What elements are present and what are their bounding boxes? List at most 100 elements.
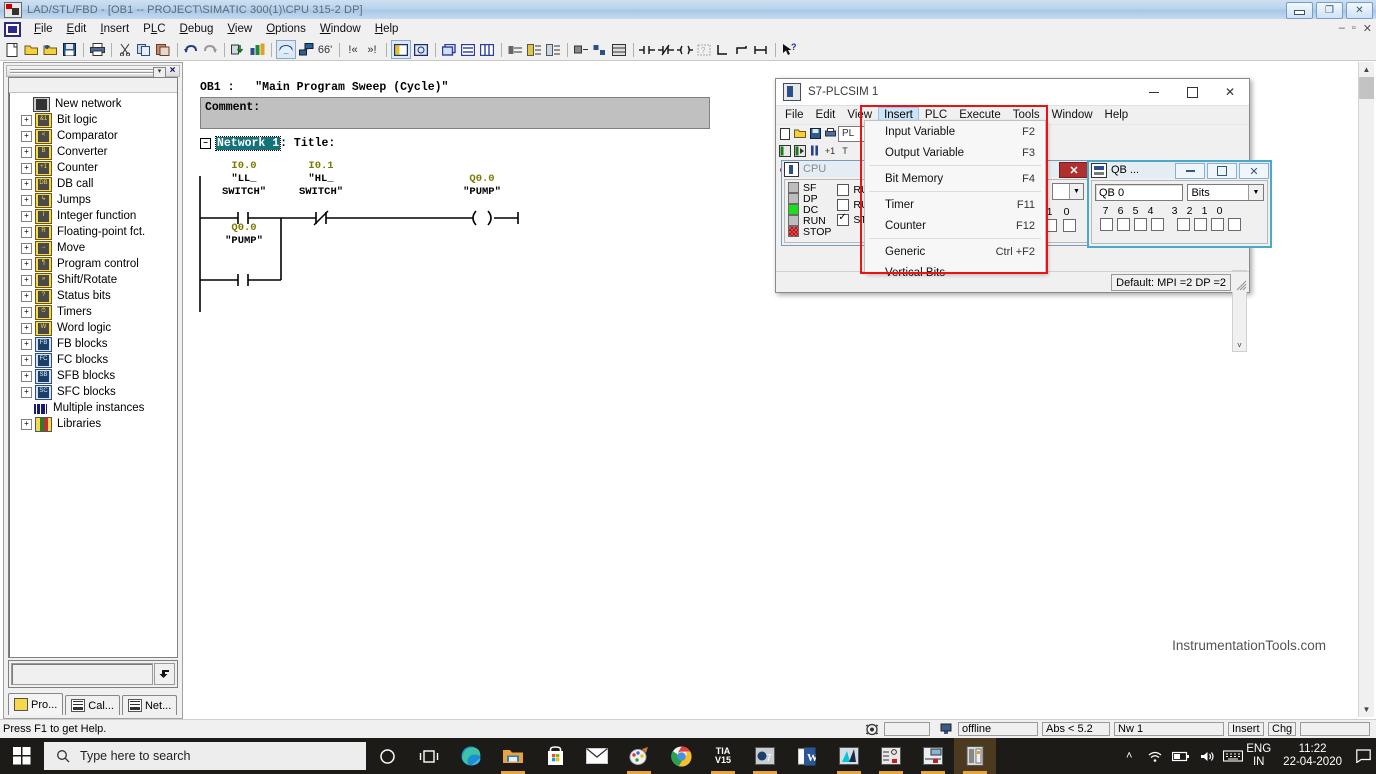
- plcsim-sim-config-icon[interactable]: [793, 144, 807, 158]
- stl-view-icon[interactable]: [459, 41, 477, 58]
- lad-view-icon[interactable]: [440, 41, 458, 58]
- undo-icon[interactable]: [182, 41, 200, 58]
- qb-bit-checkbox[interactable]: [1151, 218, 1164, 231]
- restore-button[interactable]: ❐: [1316, 2, 1343, 19]
- paint-icon[interactable]: [618, 738, 660, 774]
- symbol-table-icon[interactable]: [412, 41, 430, 58]
- qb-format-select[interactable]: Bits ▼: [1187, 184, 1264, 201]
- plcsim-close-button[interactable]: ✕: [1211, 79, 1249, 105]
- lad-stl-fbd-icon[interactable]: [870, 738, 912, 774]
- clock[interactable]: 11:22 22-04-2020: [1275, 743, 1350, 769]
- scrollbar-thumb[interactable]: [1359, 77, 1374, 99]
- insert-menu-item-output-variable[interactable]: Output Variable F3: [865, 142, 1045, 163]
- branch-end-icon[interactable]: [752, 41, 770, 58]
- qb-address-input[interactable]: QB 0: [1095, 184, 1184, 201]
- mdi-minimize-button[interactable]: –: [1339, 22, 1345, 35]
- resize-grip-icon[interactable]: [1235, 279, 1247, 291]
- network-overview-icon[interactable]: [297, 41, 315, 58]
- plcsim-menu-help[interactable]: Help: [1099, 107, 1135, 123]
- menu-plc[interactable]: PLC: [136, 21, 172, 37]
- tree-item-jumps[interactable]: + ↳ Jumps: [9, 192, 177, 208]
- panel-tab-net[interactable]: Net...: [121, 695, 178, 715]
- tree-item-multiple-instances[interactable]: Multiple instances: [9, 400, 177, 416]
- minimize-button[interactable]: [1286, 2, 1313, 19]
- tree-item-program-control[interactable]: + ¶ Program control: [9, 256, 177, 272]
- panel-close-icon[interactable]: ×: [167, 66, 178, 76]
- monitor-toggle-icon[interactable]: [276, 40, 296, 59]
- open-file-icon[interactable]: [22, 41, 40, 58]
- goto-last-error-icon[interactable]: »!: [363, 41, 381, 58]
- menu-options[interactable]: Options: [259, 21, 313, 37]
- volume-icon[interactable]: [1194, 750, 1220, 763]
- chevron-down-icon[interactable]: ▼: [1248, 185, 1263, 200]
- expand-icon[interactable]: +: [21, 114, 32, 126]
- qb-maximize-button[interactable]: [1207, 163, 1237, 179]
- expand-icon[interactable]: +: [21, 354, 32, 366]
- plcsim-pause-icon[interactable]: [808, 144, 822, 158]
- empty-box-icon[interactable]: ?: [695, 41, 713, 58]
- word-icon[interactable]: W: [786, 738, 828, 774]
- download-icon[interactable]: [229, 41, 247, 58]
- show-overview-icon[interactable]: [391, 40, 411, 59]
- tree-item-floating-point-fct[interactable]: + R Floating-point fct.: [9, 224, 177, 240]
- plcsim-insert-dropdown[interactable]: Input Variable F2 Output Variable F3 Bit Mem…: [864, 120, 1046, 279]
- output-coil-icon[interactable]: [676, 41, 694, 58]
- print-icon[interactable]: [88, 41, 106, 58]
- network-header[interactable]: − Network 1 : Title:: [200, 136, 335, 151]
- tree-item-timers[interactable]: + ⏱ Timers: [9, 304, 177, 320]
- expand-icon[interactable]: +: [21, 306, 32, 318]
- expand-icon[interactable]: +: [21, 386, 32, 398]
- panel-tab-cal[interactable]: Cal...: [65, 695, 120, 715]
- tree-item-converter[interactable]: + B Converter: [9, 144, 177, 160]
- redo-icon[interactable]: [201, 41, 219, 58]
- program-element-tree[interactable]: New network + &1 Bit logic + < Comparator + B Con…: [9, 93, 177, 432]
- new-file-icon[interactable]: [3, 41, 21, 58]
- rewire-icon[interactable]: [591, 41, 609, 58]
- plcsim-menu-window[interactable]: Window: [1046, 107, 1099, 123]
- plcsim-step-icon[interactable]: +1: [823, 144, 837, 158]
- tia-portal-v15-icon[interactable]: TIA V15: [702, 738, 744, 774]
- network-title-icon[interactable]: [572, 41, 590, 58]
- scroll-down-icon[interactable]: ▼: [1359, 702, 1374, 717]
- expand-icon[interactable]: +: [21, 370, 32, 382]
- tree-item-status-bits[interactable]: +? Status bits: [9, 288, 177, 304]
- qb-bit-checkbox[interactable]: [1100, 218, 1113, 231]
- qb-close-button[interactable]: ✕: [1239, 163, 1269, 179]
- no-contact-icon[interactable]: [638, 41, 656, 58]
- insert-menu-item-bit-memory[interactable]: Bit Memory F4: [865, 168, 1045, 189]
- qb-bit-checkboxes[interactable]: [1092, 217, 1267, 231]
- data-block-icon[interactable]: [610, 41, 628, 58]
- plcsim-save-icon[interactable]: [808, 127, 822, 141]
- expand-icon[interactable]: +: [21, 226, 32, 238]
- monitor-icon[interactable]: [248, 41, 266, 58]
- expand-icon[interactable]: +: [21, 242, 32, 254]
- cut-icon[interactable]: [116, 41, 134, 58]
- qb-bit-checkbox[interactable]: [1228, 218, 1241, 231]
- ladder-rungs[interactable]: I0.0 "LL_ SWITCH" I0.1 "HL_ SWITCH" Q0.0…: [196, 160, 716, 362]
- file-explorer-icon[interactable]: [492, 738, 534, 774]
- plcsim-maximize-button[interactable]: [1173, 79, 1211, 105]
- plcsim-pause-sim-icon[interactable]: [778, 144, 792, 158]
- panel-drag-handle[interactable]: ▾ ×: [6, 65, 180, 78]
- plcsim-scroll-down-icon[interactable]: ˅: [1233, 339, 1246, 351]
- editor-vertical-scrollbar[interactable]: ▲ ▼: [1358, 62, 1374, 717]
- save-icon[interactable]: [60, 41, 78, 58]
- checkbox[interactable]: [837, 198, 850, 211]
- insert-menu-item-generic[interactable]: Generic Ctrl +F2: [865, 241, 1045, 262]
- show-symbol-info-icon[interactable]: [525, 41, 543, 58]
- task-view-icon[interactable]: [408, 738, 450, 774]
- netpro-icon[interactable]: [912, 738, 954, 774]
- qb-bit-checkbox[interactable]: [1117, 218, 1130, 231]
- menu-file[interactable]: File: [27, 21, 60, 37]
- checkbox[interactable]: [837, 212, 850, 226]
- step7-icon[interactable]: 7: [744, 738, 786, 774]
- paste-icon[interactable]: [154, 41, 172, 58]
- expand-icon[interactable]: +: [21, 290, 32, 302]
- panel-search-input[interactable]: [11, 663, 153, 685]
- cpu-mode-list[interactable]: RURUST: [831, 180, 869, 242]
- cortana-icon[interactable]: [366, 738, 408, 774]
- tree-item-integer-function[interactable]: + I Integer function: [9, 208, 177, 224]
- mdi-close-button[interactable]: ✕: [1363, 22, 1372, 35]
- branch-open-icon[interactable]: [714, 41, 732, 58]
- tree-item-comparator[interactable]: + < Comparator: [9, 128, 177, 144]
